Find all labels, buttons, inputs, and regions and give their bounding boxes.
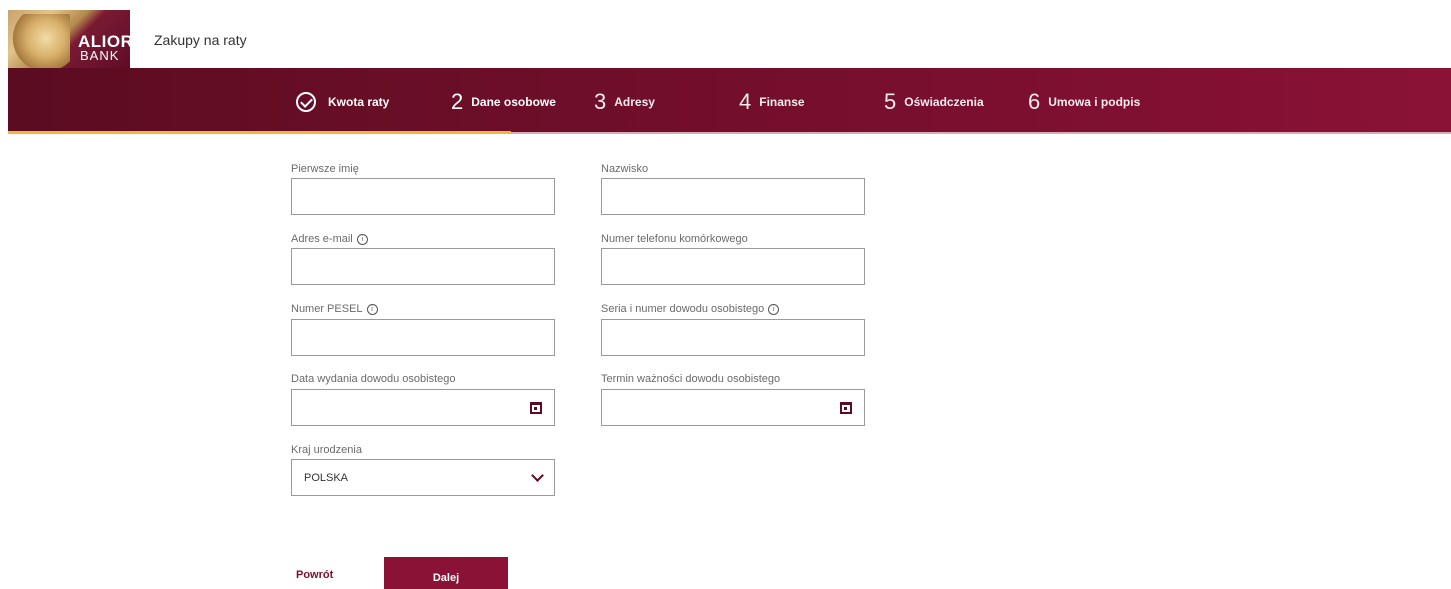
step-number: 6: [1028, 89, 1041, 114]
app-title: Zakupy na raty: [154, 32, 247, 48]
logo-face-icon: [10, 14, 70, 68]
pesel-input[interactable]: [291, 319, 555, 356]
check-circle-icon: [296, 92, 316, 112]
birth-country-label: Kraj urodzenia: [291, 444, 362, 456]
id-issue-date-label: Data wydania dowodu osobistego: [291, 373, 456, 385]
step-number: 2: [451, 89, 464, 114]
first-name-label: Pierwsze imię: [291, 163, 359, 175]
id-issue-date-input[interactable]: [291, 389, 555, 426]
step-label: Oświadczenia: [904, 95, 984, 109]
step-oswiadczenia[interactable]: 5 Oświadczenia: [884, 88, 984, 116]
step-label: Kwota raty: [328, 95, 390, 109]
birth-country-value: POLSKA: [304, 472, 349, 484]
id-number-label: Seria i numer dowodu osobistego i: [601, 303, 780, 315]
calendar-icon[interactable]: [840, 402, 852, 414]
info-icon[interactable]: i: [768, 304, 780, 315]
birth-country-select[interactable]: POLSKA: [291, 459, 555, 496]
step-number: 3: [594, 89, 607, 114]
id-expiry-date-label: Termin ważności dowodu osobistego: [601, 373, 781, 385]
chevron-down-icon: [531, 469, 544, 482]
back-button[interactable]: Powrót: [296, 569, 333, 581]
phone-label: Numer telefonu komórkowego: [601, 233, 748, 245]
next-button[interactable]: Dalej: [384, 557, 508, 589]
id-number-input[interactable]: [601, 319, 865, 356]
phone-input[interactable]: [601, 248, 865, 285]
logo-line2: BANK: [80, 48, 120, 63]
info-icon[interactable]: i: [366, 304, 378, 315]
step-finanse[interactable]: 4 Finanse: [739, 88, 805, 116]
first-name-input[interactable]: [291, 178, 555, 215]
info-icon[interactable]: i: [356, 234, 368, 245]
step-dane-osobowe[interactable]: 2 Dane osobowe: [451, 88, 556, 116]
last-name-input[interactable]: [601, 178, 865, 215]
id-expiry-date-input[interactable]: [601, 389, 865, 426]
pesel-label: Numer PESEL i: [291, 303, 378, 315]
email-input[interactable]: [291, 248, 555, 285]
step-number: 4: [739, 89, 752, 114]
alior-bank-logo[interactable]: ALIOR BANK: [8, 10, 130, 68]
step-label: Finanse: [759, 95, 805, 109]
top-bar: ALIOR BANK Zakupy na raty: [0, 0, 1451, 68]
step-label: Dane osobowe: [471, 95, 556, 109]
step-number: 5: [884, 89, 897, 114]
progress-indicator: [8, 131, 511, 134]
step-adresy[interactable]: 3 Adresy: [594, 88, 655, 116]
step-label: Umowa i podpis: [1048, 95, 1141, 109]
step-label: Adresy: [614, 95, 655, 109]
step-umowa-i-podpis[interactable]: 6 Umowa i podpis: [1028, 88, 1140, 116]
progress-track: [511, 132, 1451, 134]
step-kwota-raty[interactable]: Kwota raty: [296, 88, 389, 116]
last-name-label: Nazwisko: [601, 163, 649, 175]
email-label: Adres e-mail i: [291, 233, 368, 245]
steps-bar: [8, 68, 1451, 132]
calendar-icon[interactable]: [530, 402, 542, 414]
